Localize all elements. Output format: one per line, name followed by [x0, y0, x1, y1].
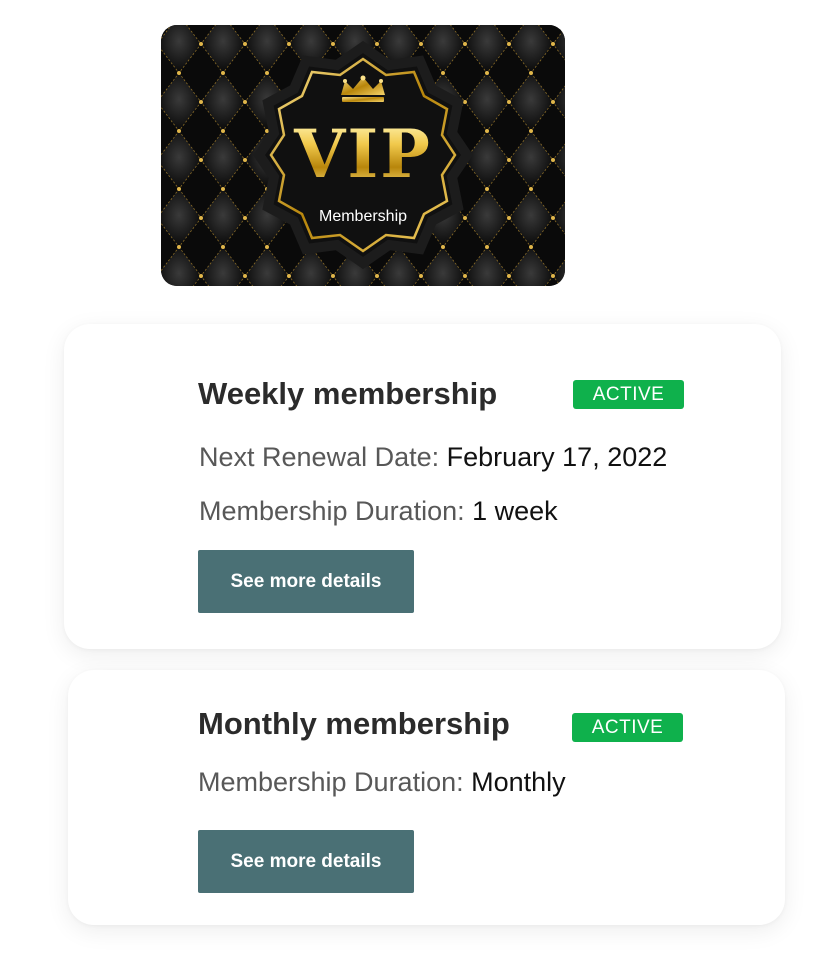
next-renewal-row: Next Renewal Date: February 17, 2022	[199, 440, 667, 474]
vip-membership-card-image: VIP Membership	[161, 25, 565, 286]
membership-page: VIP Membership Weekly membership ACTIVE …	[0, 0, 816, 958]
duration-value: 1 week	[472, 496, 558, 526]
duration-label: Membership Duration:	[199, 496, 473, 526]
see-more-details-button[interactable]: See more details	[198, 550, 414, 613]
duration-value: Monthly	[471, 767, 566, 797]
see-more-details-button[interactable]: See more details	[198, 830, 414, 893]
weekly-membership-card: Weekly membership ACTIVE Next Renewal Da…	[64, 324, 781, 649]
status-badge: ACTIVE	[573, 380, 684, 409]
status-badge: ACTIVE	[572, 713, 683, 742]
membership-title: Monthly membership	[198, 706, 510, 741]
vip-subtitle: Membership	[318, 208, 408, 225]
duration-row: Membership Duration: 1 week	[199, 494, 558, 528]
next-renewal-value: February 17, 2022	[446, 442, 668, 472]
duration-row: Membership Duration: Monthly	[198, 765, 566, 799]
vip-headline: VIP	[161, 121, 565, 187]
next-renewal-label: Next Renewal Date:	[199, 442, 447, 472]
duration-label: Membership Duration:	[198, 767, 472, 797]
monthly-membership-card: Monthly membership ACTIVE Membership Dur…	[68, 670, 785, 925]
membership-title: Weekly membership	[198, 376, 498, 411]
